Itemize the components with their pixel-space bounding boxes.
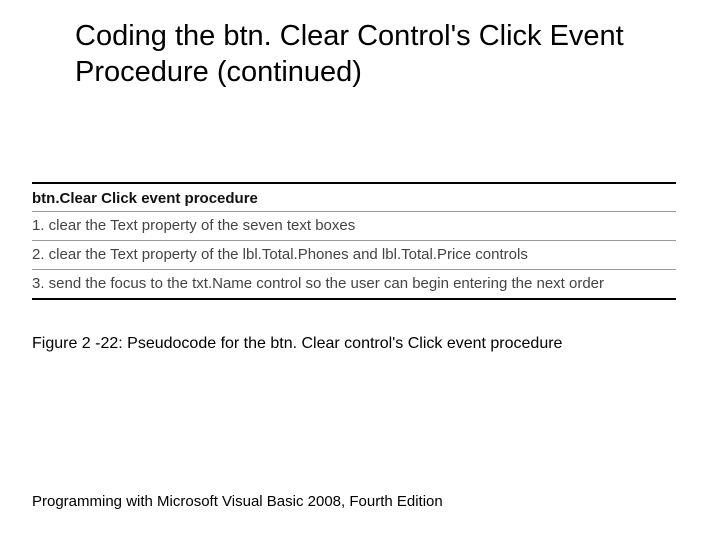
footer-text: Programming with Microsoft Visual Basic … [32,493,443,510]
pseudocode-step: 1. clear the Text property of the seven … [32,211,676,240]
figure-caption: Figure 2 -22: Pseudocode for the btn. Cl… [32,335,562,353]
pseudocode-step: 2. clear the Text property of the lbl.To… [32,240,676,269]
slide: Coding the btn. Clear Control's Click Ev… [0,0,720,540]
page-title: Coding the btn. Clear Control's Click Ev… [75,18,680,91]
pseudocode-heading: btn.Clear Click event procedure [32,190,676,211]
rule-top [32,182,676,184]
pseudocode-step: 3. send the focus to the txt.Name contro… [32,269,676,298]
rule-bottom [32,298,676,300]
pseudocode-block: btn.Clear Click event procedure 1. clear… [32,182,676,300]
pseudocode-steps: 1. clear the Text property of the seven … [32,211,676,298]
